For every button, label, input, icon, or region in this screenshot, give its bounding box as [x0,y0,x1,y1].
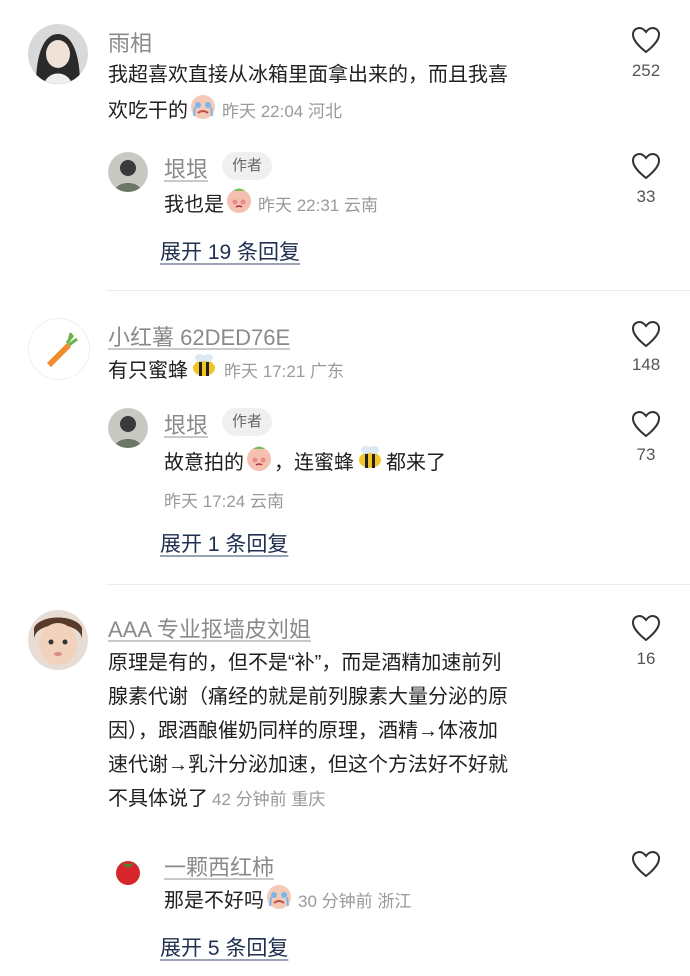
reply-text-b: ，连蜜蜂 [274,451,354,474]
shy-face-emoji-icon [245,444,273,483]
comment-username[interactable]: 雨相 [108,26,152,58]
like-count: 252 [631,61,661,80]
reply-text-a: 故意拍的 [164,451,244,474]
comment-text: 有只蜜蜂 昨天 17:21 广东 [108,352,598,391]
author-badge: 作者 [222,408,273,436]
reply-like-button[interactable] [616,850,676,883]
avatar-yinyin[interactable] [108,152,148,192]
heart-icon[interactable] [631,152,661,180]
like-count: 16 [636,649,656,668]
comment-text-content: 有只蜜蜂 [108,359,188,382]
expand-replies-button[interactable]: 展开 1 条回复 [160,528,288,558]
avatar-yuxiang[interactable] [28,24,88,84]
comment-text-line-5: 不具体说了 [108,788,208,810]
comment-thread-1: 雨相 我超喜欢直接从冰箱里面拿出来的，而且我喜 欢吃干的 昨天 22:04 河北 … [0,0,690,290]
heart-icon[interactable] [631,410,661,438]
avatar-liujie[interactable] [28,610,88,670]
comment-meta: 昨天 22:04 河北 [222,101,342,121]
reply-meta: 30 分钟前 浙江 [298,891,412,911]
like-button[interactable]: 252 [616,26,676,81]
expand-replies-button[interactable]: 展开 19 条回复 [160,236,300,266]
avatar-tomato[interactable] [108,850,148,890]
heart-icon[interactable] [631,614,661,642]
reply-username[interactable]: 垠垠 [164,152,208,184]
like-count: 33 [636,187,656,206]
comment-thread-3: AAA 专业抠墙皮刘姐 原理是有的，但不是“补”，而是酒精加速前列 腺素代谢（痛… [0,584,690,976]
bee-emoji-icon [189,352,219,391]
comment-meta: 42 分钟前 重庆 [212,790,326,809]
heart-icon[interactable] [631,320,661,348]
comment-text-line-2: 腺素代谢（痛经的就是前列腺素大量分泌的原 [108,686,508,708]
reply-like-button[interactable]: 73 [616,410,676,465]
comment-text-line-2: 欢吃干的 [108,99,188,122]
shy-face-emoji-icon [225,186,253,225]
heart-icon[interactable] [631,850,661,878]
reply-username[interactable]: 一颗西红柿 [164,850,274,882]
reply-text: 故意拍的 ，连蜜蜂 都来了 [164,444,594,483]
crying-face-emoji-icon [265,882,293,921]
reply-text: 那是不好吗 30 分钟前 浙江 [164,882,594,921]
reply-text: 我也是 昨天 22:31 云南 [164,186,584,225]
reply-username[interactable]: 垠垠 [164,408,208,440]
comment-text-line-1: 原理是有的，但不是“补”，而是酒精加速前列 [108,652,502,674]
like-count: 73 [636,445,656,464]
comment-username[interactable]: 小红薯 62DED76E [108,320,290,352]
reply-text-content: 我也是 [164,193,224,216]
reply-text-content: 那是不好吗 [164,889,264,912]
comment-username[interactable]: AAA 专业抠墙皮刘姐 [108,612,311,644]
heart-icon[interactable] [631,26,661,54]
reply-meta: 昨天 22:31 云南 [258,195,378,215]
comment-text-line-1: 我超喜欢直接从冰箱里面拿出来的，而且我喜 [108,64,508,86]
like-count: 148 [631,355,661,374]
bee-emoji-icon [355,444,385,483]
avatar-xiaohongshu[interactable] [28,318,90,380]
avatar-yinyin[interactable] [108,408,148,448]
comment-text: 我超喜欢直接从冰箱里面拿出来的，而且我喜 欢吃干的 昨天 22:04 河北 [108,58,598,131]
comment-thread-2: 小红薯 62DED76E 有只蜜蜂 昨天 17:21 广东 148 垠垠 作者 故… [0,290,690,584]
crying-face-emoji-icon [189,92,217,131]
reply-like-button[interactable]: 33 [616,152,676,207]
reply-text-c: 都来了 [386,451,446,474]
comment-meta: 昨天 17:21 广东 [224,361,344,381]
reply-meta: 昨天 17:24 云南 [164,492,284,511]
like-button[interactable]: 16 [616,614,676,669]
comment-text-line-4: 速代谢→乳汁分泌加速，但这个方法好不好就 [108,754,508,776]
author-badge: 作者 [222,152,273,180]
expand-replies-button[interactable]: 展开 5 条回复 [160,932,288,962]
comment-text: 原理是有的，但不是“补”，而是酒精加速前列 腺素代谢（痛经的就是前列腺素大量分泌… [108,646,598,817]
like-button[interactable]: 148 [616,320,676,375]
comment-text-line-3: 因），跟酒酿催奶同样的原理，酒精→体液加 [108,720,498,742]
